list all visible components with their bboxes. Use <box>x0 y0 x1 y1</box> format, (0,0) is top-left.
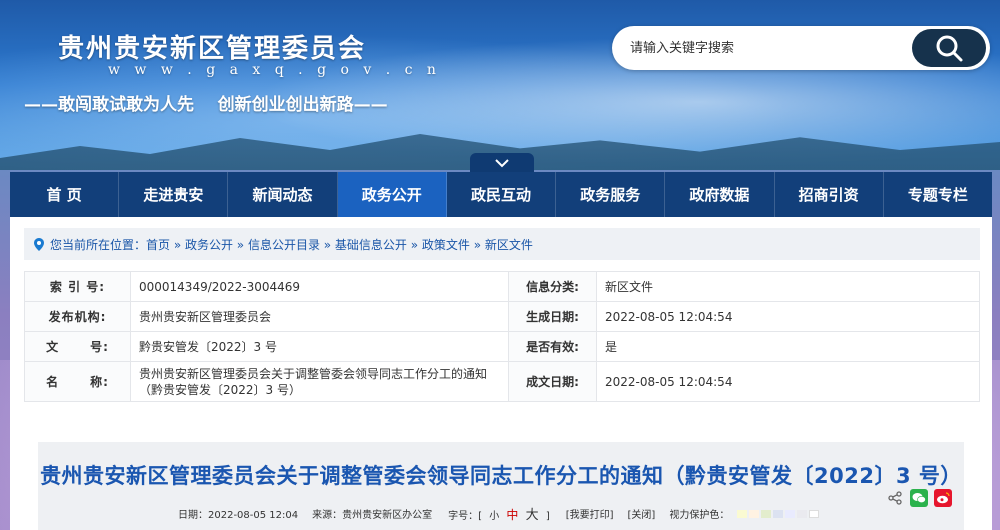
font-size-controls: 字号：[ 小 中 大 ] <box>446 504 552 523</box>
font-size-large[interactable]: 大 <box>526 508 539 523</box>
table-row: 名 称: 贵州贵安新区管理委员会关于调整管委会领导同志工作分工的通知（黔贵安管发… <box>24 361 980 402</box>
eye-color-swatch[interactable] <box>772 510 783 518</box>
search-input[interactable] <box>630 38 900 58</box>
breadcrumb: 您当前所在位置： 首页 » 政务公开 » 信息公开目录 » 基础信息公开 » 政… <box>24 228 980 260</box>
slogan: ——敢闯敢试敢为人先 创新创业创出新路—— <box>24 95 388 115</box>
nav-item-interaction[interactable]: 政民互动 <box>447 172 557 217</box>
nav-item-home[interactable]: 首 页 <box>10 172 120 217</box>
chevron-down-icon <box>495 159 509 168</box>
info-label: 生成日期: <box>508 301 597 332</box>
article-date: 日期：2022-08-05 12:04 <box>178 510 299 521</box>
main-nav: 首 页 走进贵安 新闻动态 政务公开 政民互动 政务服务 政府数据 招商引资 专… <box>10 172 992 217</box>
article-source: 来源：贵州贵安新区办公室 <box>312 510 433 521</box>
breadcrumb-path[interactable]: 首页 » 政务公开 » 信息公开目录 » 基础信息公开 » 政策文件 » 新区文… <box>146 236 533 253</box>
share-icon[interactable] <box>886 489 904 507</box>
search-icon <box>936 35 963 62</box>
close-link[interactable]: [关闭] <box>628 506 656 521</box>
info-label: 名 称: <box>24 361 131 402</box>
nav-item-gov-affairs[interactable]: 政务公开 <box>337 172 447 217</box>
wechat-icon[interactable] <box>910 489 928 507</box>
info-label: 成文日期: <box>508 361 597 402</box>
info-value: 000014349/2022-3004469 <box>130 271 509 302</box>
nav-item-about[interactable]: 走进贵安 <box>119 172 229 217</box>
table-row: 发布机构: 贵州贵安新区管理委员会 生成日期: 2022-08-05 12:04… <box>24 301 980 332</box>
info-label: 发布机构: <box>24 301 131 332</box>
site-url: w w w . g a x q . g o v . c n <box>108 62 441 78</box>
article-meta: 日期：2022-08-05 12:04 来源：贵州贵安新区办公室 字号：[ 小 … <box>178 504 819 523</box>
content-panel: 您当前所在位置： 首页 » 政务公开 » 信息公开目录 » 基础信息公开 » 政… <box>10 217 992 530</box>
eye-care-swatches <box>736 510 819 518</box>
font-size-small[interactable]: 小 <box>489 511 499 522</box>
nav-item-topics[interactable]: 专题专栏 <box>884 172 992 217</box>
table-row: 索 引 号: 000014349/2022-3004469 信息分类: 新区文件 <box>24 271 980 302</box>
info-label: 索 引 号: <box>24 271 131 302</box>
eye-care-text: 视力保护色： <box>669 510 730 521</box>
info-value: 新区文件 <box>596 271 980 302</box>
info-value: 2022-08-05 12:04:54 <box>596 301 980 332</box>
eye-care-label: 视力保护色： <box>669 506 819 521</box>
info-value: 黔贵安管发〔2022〕3 号 <box>130 331 509 362</box>
info-label: 文 号: <box>24 331 131 362</box>
eye-color-swatch[interactable] <box>784 510 795 518</box>
font-size-medium[interactable]: 中 <box>506 508 518 522</box>
eye-color-swatch[interactable] <box>796 510 807 518</box>
info-value: 贵州贵安新区管理委员会 <box>130 301 509 332</box>
location-pin-icon <box>34 237 44 251</box>
article-header: 贵州贵安新区管理委员会关于调整管委会领导同志工作分工的通知（黔贵安管发〔2022… <box>38 442 964 530</box>
nav-item-investment[interactable]: 招商引资 <box>775 172 884 217</box>
eye-color-swatch[interactable] <box>760 510 771 518</box>
weibo-icon[interactable] <box>934 489 952 507</box>
search-button[interactable] <box>912 29 986 67</box>
search-box <box>612 26 990 70</box>
info-label: 是否有效: <box>508 331 597 362</box>
breadcrumb-prefix: 您当前所在位置： <box>50 237 147 252</box>
info-label: 信息分类: <box>508 271 597 302</box>
collapse-toggle[interactable] <box>470 153 534 173</box>
eye-color-swatch[interactable] <box>808 510 819 518</box>
font-size-close: ] <box>545 511 550 522</box>
article-title: 贵州贵安新区管理委员会关于调整管委会领导同志工作分工的通知（黔贵安管发〔2022… <box>40 464 962 488</box>
nav-item-data[interactable]: 政府数据 <box>665 172 775 217</box>
site-title[interactable]: 贵州贵安新区管理委员会 <box>58 28 366 65</box>
document-info-table: 索 引 号: 000014349/2022-3004469 信息分类: 新区文件… <box>24 271 980 402</box>
table-row: 文 号: 黔贵安管发〔2022〕3 号 是否有效: 是 <box>24 331 980 362</box>
nav-item-services[interactable]: 政务服务 <box>556 172 666 217</box>
eye-color-swatch[interactable] <box>736 510 747 518</box>
share-bar <box>886 489 952 507</box>
print-link[interactable]: [我要打印] <box>566 506 614 521</box>
info-value: 2022-08-05 12:04:54 <box>596 361 980 402</box>
font-size-label: 字号：[ <box>448 511 483 522</box>
eye-color-swatch[interactable] <box>748 510 759 518</box>
info-value: 贵州贵安新区管理委员会关于调整管委会领导同志工作分工的通知（黔贵安管发〔2022… <box>130 361 509 402</box>
nav-item-news[interactable]: 新闻动态 <box>228 172 338 217</box>
info-value: 是 <box>596 331 980 362</box>
